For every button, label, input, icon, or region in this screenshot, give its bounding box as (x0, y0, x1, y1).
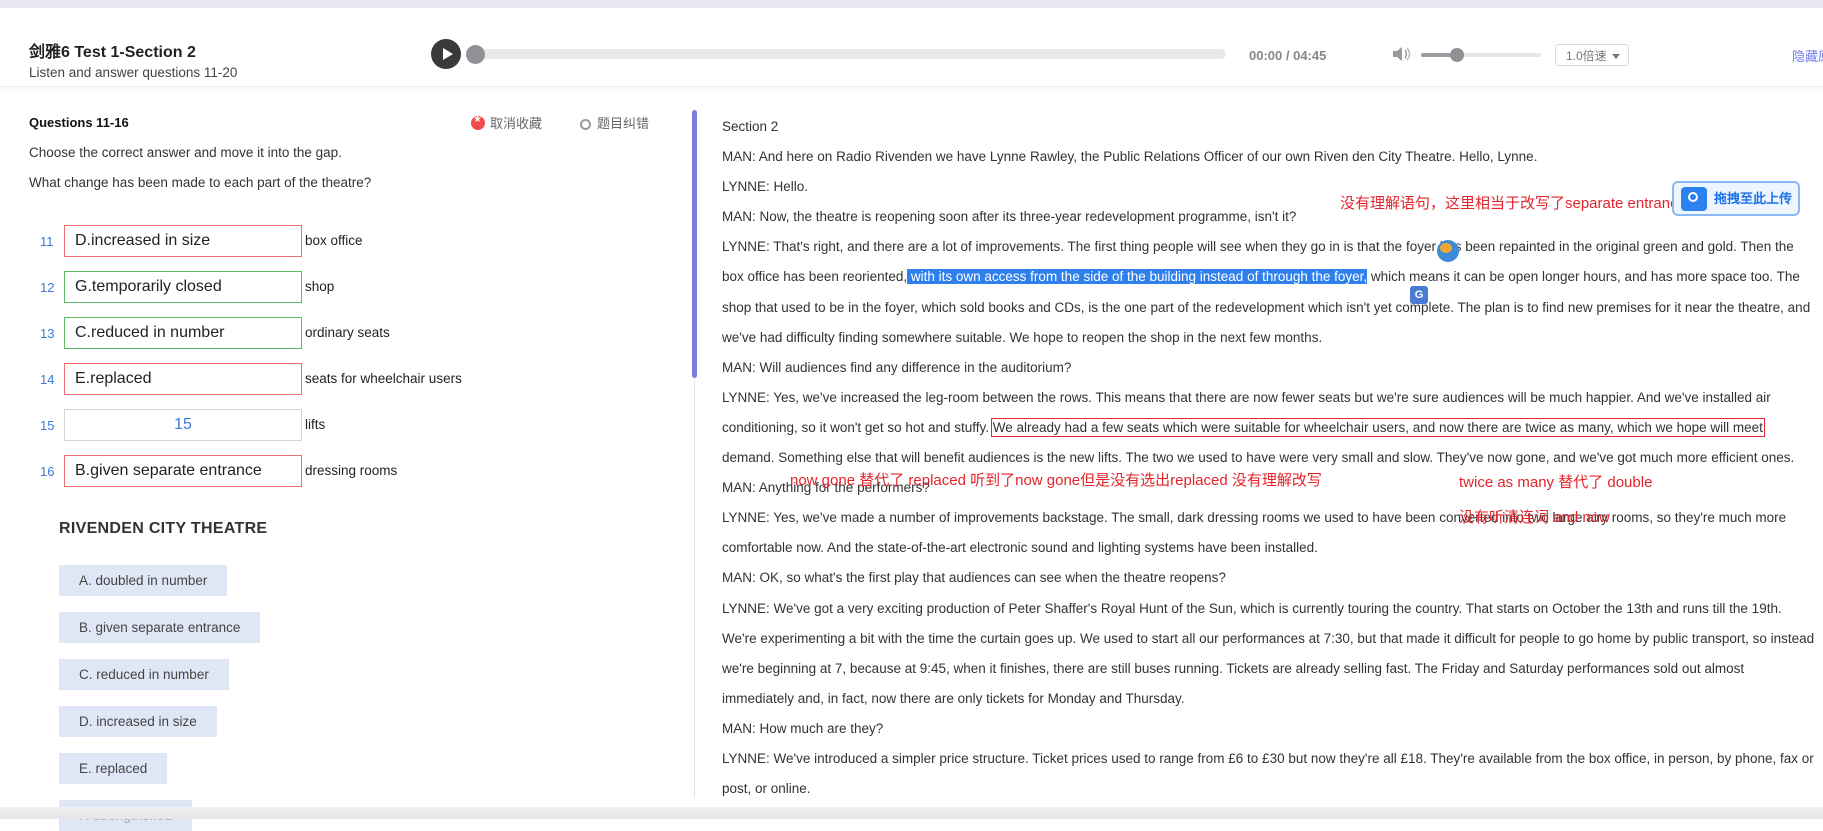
transcript-line: Section 2 (722, 119, 779, 134)
volume-knob[interactable] (1450, 48, 1464, 62)
answer-gap[interactable]: E.replaced (64, 363, 302, 395)
play-icon[interactable] (431, 39, 461, 69)
answer-gap[interactable]: 15 (64, 409, 302, 441)
question-label: seats for wheelchair users (305, 371, 462, 386)
answer-gap[interactable]: G.temporarily closed (64, 271, 302, 303)
translate-icon[interactable]: G (1410, 286, 1428, 304)
cloud-upload-icon (1681, 187, 1707, 211)
option-chip[interactable]: E. replaced (59, 753, 168, 784)
player-header: 剑雅6 Test 1-Section 2 Listen and answer q… (0, 8, 1823, 87)
question-row-16: 16 B.given separate entrance dressing ro… (0, 455, 600, 487)
top-strip (0, 0, 1823, 8)
page-subtitle: Listen and answer questions 11-20 (29, 65, 238, 80)
transcript-text: demand. Something else that will benefit… (722, 450, 1795, 466)
time-display: 00:00 / 04:45 (1249, 48, 1327, 63)
question-label: ordinary seats (305, 325, 390, 340)
option-chip[interactable]: C. reduced in number (59, 659, 229, 690)
transcript-line: MAN: And here on Radio Rivenden we have … (722, 149, 1538, 165)
transcript-line: LYNNE: Yes, we've increased the leg-room… (722, 383, 1817, 473)
question-row-15: 15 15 lifts (0, 409, 600, 441)
instruction-text: Choose the correct answer and move it in… (29, 145, 342, 160)
progress-knob[interactable] (466, 45, 485, 64)
annotation-note: now gone 替代了 replaced 听到了now gone但是没有选出r… (790, 472, 1322, 489)
panel-divider (694, 378, 695, 798)
question-number: 15 (40, 418, 55, 433)
bottom-shadow (0, 807, 1823, 819)
transcript-line: MAN: Will audiences find any difference … (722, 359, 1072, 375)
transcript-line: LYNNE: That's right, and there are a lot… (722, 232, 1817, 352)
transcript-line: MAN: How much are they? (722, 720, 884, 736)
report-error-button[interactable]: 题目纠错 (580, 113, 649, 132)
question-number: 13 (40, 326, 55, 341)
question-label: shop (305, 279, 335, 294)
upload-label: 拖拽至此上传 (1714, 191, 1793, 206)
panel-scrollbar[interactable] (692, 110, 697, 378)
boxed-text: We already had a few seats which were su… (990, 417, 1765, 437)
question-number: 11 (40, 234, 54, 249)
volume-icon[interactable] (1392, 46, 1412, 62)
question-number: 12 (40, 280, 55, 295)
question-row-14: 14 E.replaced seats for wheelchair users (0, 363, 600, 395)
hide-transcript-link[interactable]: 隐藏原 (1792, 46, 1823, 65)
transcript-panel: Section 2 MAN: And here on Radio Rivende… (722, 112, 1817, 804)
transcript-line: MAN: OK, so what's the first play that a… (722, 570, 1226, 586)
options-heading: RIVENDEN CITY THEATRE (59, 520, 268, 537)
answer-gap[interactable]: D.increased in size (64, 225, 302, 257)
audio-progress-bar[interactable] (474, 49, 1226, 59)
question-row-13: 13 C.reduced in number ordinary seats (0, 317, 600, 349)
speed-value: 1.0倍速 (1566, 49, 1607, 63)
question-number: 14 (40, 372, 55, 387)
chevron-down-icon (1612, 54, 1620, 59)
annotation-note: twice as many 替代了 double (1459, 474, 1653, 491)
upload-drop-zone[interactable]: 拖拽至此上传 (1672, 181, 1800, 216)
questions-heading: Questions 11-16 (29, 115, 129, 130)
annotation-note: 没有理解语句，这里相当于改写了separate entrance (1340, 195, 1686, 212)
annotation-note: 没有听清连词 and now (1459, 509, 1610, 526)
star-icon (471, 114, 485, 130)
highlighted-text[interactable]: with its own access from the side of the… (907, 269, 1368, 285)
option-chip[interactable]: A. doubled in number (59, 565, 228, 596)
speed-select[interactable]: 1.0倍速 (1555, 44, 1629, 66)
question-label: lifts (305, 417, 326, 432)
search-icon (580, 119, 591, 130)
floating-assistant-icon[interactable] (1437, 240, 1459, 262)
answer-gap[interactable]: C.reduced in number (64, 317, 302, 349)
question-row-12: 12 G.temporarily closed shop (0, 271, 600, 303)
transcript-line: LYNNE: Yes, we've made a number of impro… (722, 510, 1787, 556)
question-label: box office (305, 233, 363, 248)
answer-gap[interactable]: B.given separate entrance (64, 455, 302, 487)
option-chip[interactable]: B. given separate entrance (59, 612, 261, 643)
report-error-label: 题目纠错 (597, 116, 650, 131)
unfavorite-button[interactable]: 取消收藏 (471, 113, 542, 132)
question-row-11: 11 D.increased in size box office (0, 225, 600, 257)
question-prompt: What change has been made to each part o… (29, 175, 372, 190)
question-number: 16 (40, 464, 55, 479)
page-title: 剑雅6 Test 1-Section 2 (29, 44, 196, 61)
option-chip[interactable]: D. increased in size (59, 706, 217, 737)
question-label: dressing rooms (305, 463, 398, 478)
transcript-line: LYNNE: We've got a very exciting product… (722, 600, 1815, 706)
transcript-line: LYNNE: We've introduced a simpler price … (722, 750, 1814, 797)
unfavorite-label: 取消收藏 (490, 116, 543, 131)
